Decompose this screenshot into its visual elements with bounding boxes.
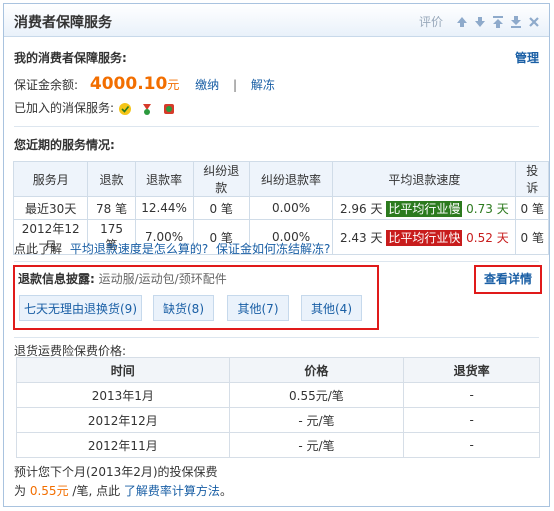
cell-return-rate: - bbox=[403, 407, 540, 433]
authentic-guarantee-icon[interactable] bbox=[140, 102, 154, 116]
advance-payment-icon[interactable] bbox=[162, 102, 176, 116]
forecast-end: 。 bbox=[219, 484, 232, 498]
forecast-price: 0.55元 bbox=[29, 484, 69, 498]
panel-header: 消费者保障服务 评价 bbox=[4, 4, 549, 37]
move-top-icon[interactable] bbox=[491, 15, 505, 29]
cell-complaints: 0 笔 bbox=[515, 219, 549, 255]
deposit-unit: 元 bbox=[167, 78, 180, 92]
table-row: 2012年11月 - 元/笔 - bbox=[16, 432, 540, 458]
speed-diff: 0.52 天 bbox=[466, 230, 509, 245]
cell-time: 2013年1月 bbox=[16, 382, 230, 408]
col-header: 退款率 bbox=[134, 161, 194, 197]
col-header: 退款 bbox=[87, 161, 136, 197]
section-divider bbox=[14, 337, 539, 338]
forecast-prefix: 为 bbox=[14, 484, 27, 498]
refund-info-label: 退款信息披露: bbox=[18, 272, 95, 286]
joined-label: 已加入的消保服务: bbox=[14, 101, 115, 115]
cell-dispute-rate: 0.00% bbox=[248, 196, 334, 220]
cell-return-rate: - bbox=[403, 432, 540, 458]
col-header: 退货率 bbox=[403, 357, 540, 383]
cell-rate: 12.44% bbox=[134, 196, 194, 220]
table-row: 2013年1月 0.55元/笔 - bbox=[16, 382, 540, 408]
cell-time: 2012年12月 bbox=[16, 407, 230, 433]
separator: | bbox=[233, 78, 238, 92]
forecast-line: 预计您下个月(2013年2月)的投保保费 bbox=[14, 465, 218, 479]
section-divider bbox=[14, 261, 539, 262]
cell-month: 最近30天 bbox=[12, 196, 89, 220]
cell-complaints: 0 笔 bbox=[515, 196, 549, 220]
cell-refund: 78 笔 bbox=[87, 196, 136, 220]
cell-speed: 2.43 天 比平均行业快 0.52 天 bbox=[332, 219, 517, 255]
fee-calculation-link[interactable]: 了解费率计算方法 bbox=[124, 484, 220, 498]
move-down-icon[interactable] bbox=[473, 15, 487, 29]
deposit-label: 保证金余额: bbox=[14, 78, 79, 92]
recent-service-title: 您近期的服务情况: bbox=[14, 138, 115, 152]
my-service-title: 我的消费者保障服务: bbox=[14, 51, 127, 65]
speed-slow-tag: 比平均行业慢 bbox=[386, 200, 463, 217]
speed-fast-tag: 比平均行业快 bbox=[386, 229, 463, 246]
refund-info-row: 退款信息披露: 运动服/运动包/颈环配件 bbox=[18, 270, 227, 287]
refund-reason-chip[interactable]: 其他(4) bbox=[301, 295, 362, 321]
consumer-protection-panel: 消费者保障服务 评价 我的消费者保障服务: 管理 保证金余额: 4000.10元… bbox=[3, 3, 550, 507]
col-header: 纠纷退款率 bbox=[248, 161, 334, 197]
seven-day-return-icon[interactable] bbox=[118, 102, 132, 116]
deposit-amount: 4000.10 bbox=[89, 74, 168, 94]
refund-speed-help-link[interactable]: 平均退款速度是怎么算的? bbox=[70, 242, 208, 256]
deposit-row: 保证金余额: 4000.10元 缴纳 | 解冻 bbox=[14, 74, 275, 94]
col-header: 服务月 bbox=[12, 161, 89, 197]
speed-days: 2.43 天 bbox=[339, 230, 383, 245]
table-row: 最近30天 78 笔 12.44% 0 笔 0.00% 2.96 天 比平均行业… bbox=[12, 196, 549, 220]
cell-dispute: 0 笔 bbox=[192, 196, 250, 220]
refund-reason-chip[interactable]: 七天无理由退换货(9) bbox=[19, 295, 142, 321]
speed-diff: 0.73 天 bbox=[466, 201, 509, 216]
col-header: 价格 bbox=[228, 357, 405, 383]
help-row: 点此了解 平均退款速度是怎么算的? 保证金如何冻结解冻? bbox=[14, 240, 330, 257]
forecast-row: 为 0.55元 /笔, 点此 了解费率计算方法。 bbox=[14, 482, 232, 499]
view-details-link[interactable]: 查看详情 bbox=[484, 270, 532, 287]
move-up-icon[interactable] bbox=[455, 15, 469, 29]
manage-link[interactable]: 管理 bbox=[515, 49, 539, 66]
unfreeze-link[interactable]: 解冻 bbox=[251, 78, 275, 92]
refund-info-categories: 运动服/运动包/颈环配件 bbox=[98, 272, 227, 286]
cell-price: 0.55元/笔 bbox=[228, 382, 405, 408]
table-row: 2012年12月 - 元/笔 - bbox=[16, 407, 540, 433]
cell-speed: 2.96 天 比平均行业慢 0.73 天 bbox=[332, 196, 517, 220]
refund-reason-chip[interactable]: 其他(7) bbox=[227, 295, 289, 321]
refund-reason-chip[interactable]: 缺货(8) bbox=[153, 295, 214, 321]
panel-title: 消费者保障服务 bbox=[14, 15, 112, 31]
rate-link[interactable]: 评价 bbox=[419, 13, 443, 30]
close-icon[interactable] bbox=[527, 15, 541, 29]
table-header-row: 服务月 退款 退款率 纠纷退款 纠纷退款率 平均退款速度 投诉 bbox=[12, 161, 549, 197]
move-bottom-icon[interactable] bbox=[509, 15, 523, 29]
help-prefix: 点此了解 bbox=[14, 242, 63, 256]
col-header: 平均退款速度 bbox=[332, 161, 517, 197]
forecast-suffix: /笔, 点此 bbox=[72, 484, 121, 498]
table-header-row: 时间 价格 退货率 bbox=[16, 357, 540, 383]
cell-time: 2012年11月 bbox=[16, 432, 230, 458]
deposit-freeze-help-link[interactable]: 保证金如何冻结解冻? bbox=[216, 242, 330, 256]
joined-services-row: 已加入的消保服务: bbox=[14, 99, 180, 116]
section-divider bbox=[14, 126, 539, 127]
panel-toolbar: 评价 bbox=[419, 13, 541, 30]
insurance-price-table: 时间 价格 退货率 2013年1月 0.55元/笔 - 2012年12月 - 元… bbox=[16, 357, 540, 458]
col-header: 投诉 bbox=[515, 161, 549, 197]
cell-price: - 元/笔 bbox=[228, 432, 405, 458]
col-header: 纠纷退款 bbox=[192, 161, 250, 197]
cell-price: - 元/笔 bbox=[228, 407, 405, 433]
pay-link[interactable]: 缴纳 bbox=[195, 78, 219, 92]
speed-days: 2.96 天 bbox=[339, 201, 383, 216]
cell-return-rate: - bbox=[403, 382, 540, 408]
col-header: 时间 bbox=[16, 357, 230, 383]
